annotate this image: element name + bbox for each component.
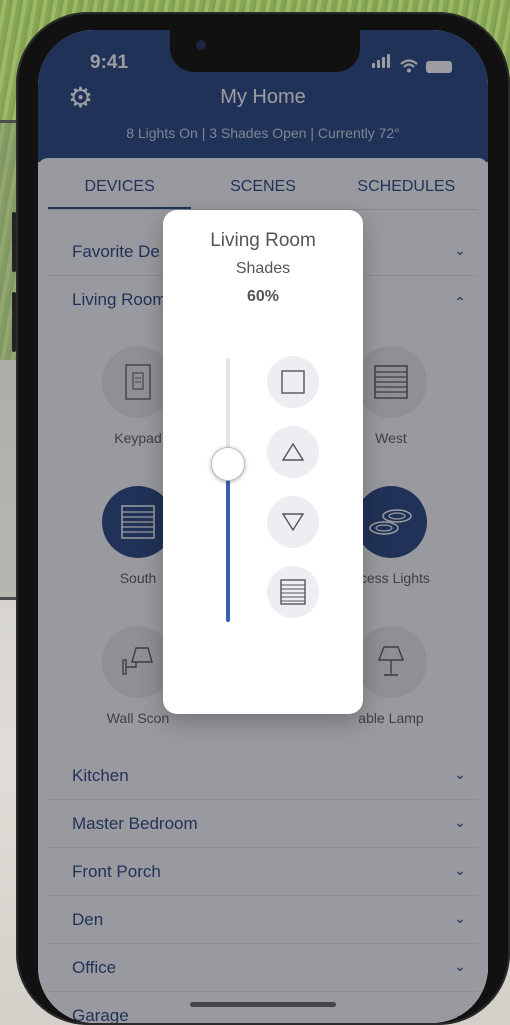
shade-control-modal: Living Room Shades 60% (163, 210, 363, 714)
close-button[interactable] (267, 496, 319, 548)
stop-square-icon (281, 370, 305, 394)
level-slider-handle[interactable] (211, 447, 245, 481)
modal-room-name: Living Room (210, 230, 316, 251)
triangle-up-icon (282, 443, 304, 461)
level-slider-fill (226, 464, 230, 622)
stop-button[interactable] (267, 356, 319, 408)
modal-device-type: Shades (235, 260, 291, 277)
phone-screen: 9:41 ⚙ My Home 8 Lights On | 3 Shades Op… (38, 30, 488, 1023)
notch (170, 30, 360, 72)
volume-button-2 (12, 292, 16, 352)
triangle-down-icon (282, 513, 304, 531)
volume-button (12, 212, 16, 272)
preset-button[interactable] (267, 566, 319, 618)
home-indicator (190, 1002, 336, 1007)
modal-level-text: 60% (246, 288, 280, 305)
level-slider-track[interactable] (226, 358, 230, 622)
camera-icon (196, 40, 206, 50)
open-button[interactable] (267, 426, 319, 478)
shade-preset-icon (280, 579, 306, 605)
